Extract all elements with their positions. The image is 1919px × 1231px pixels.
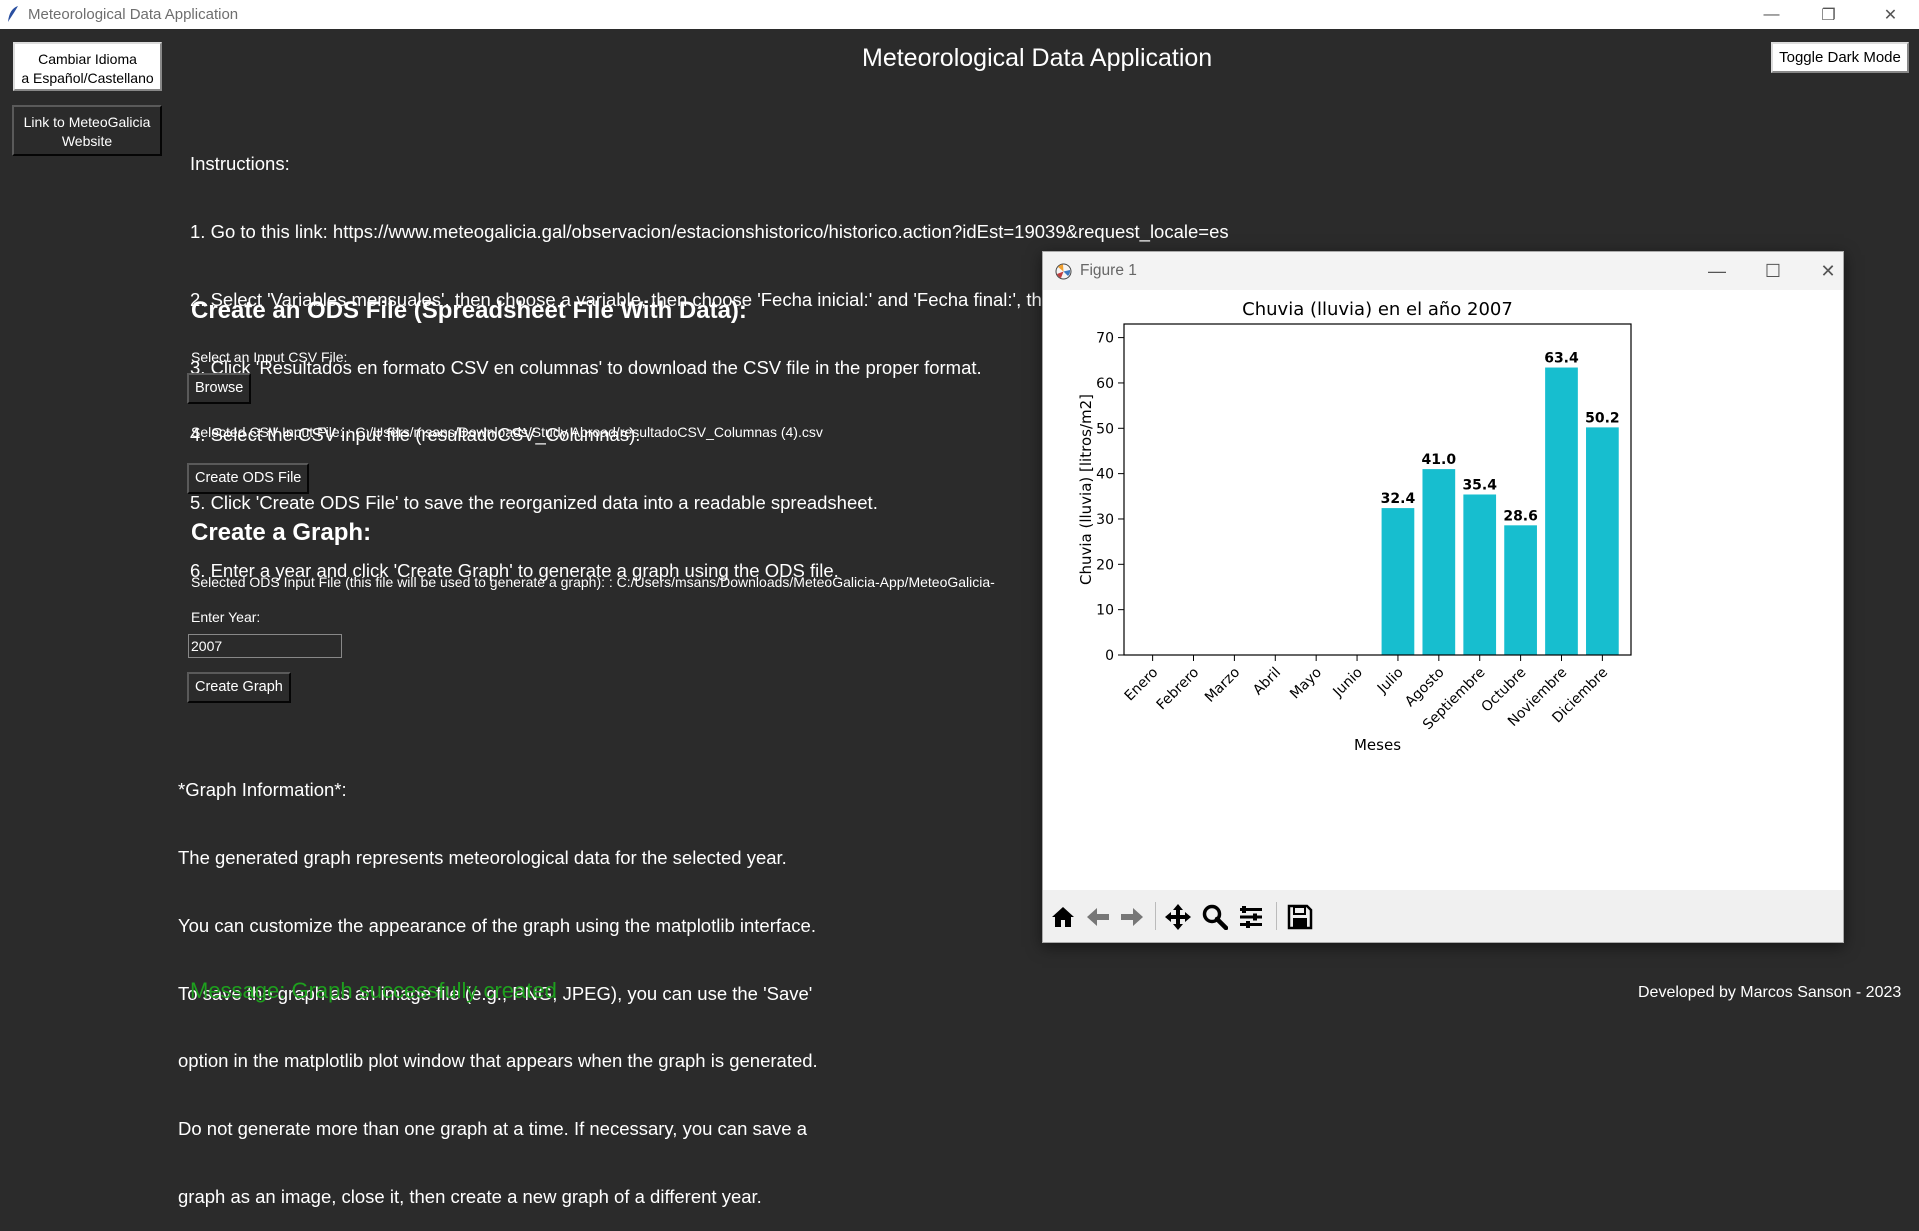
ods-section-heading: Create an ODS File (Spreadsheet File Wit… <box>191 297 747 324</box>
figure-close-button[interactable]: ✕ <box>1803 252 1843 290</box>
y-tick-label: 70 <box>1096 331 1114 347</box>
x-tick-label: Julio <box>1374 665 1407 698</box>
change-language-label-line1: Cambiar Idioma <box>38 51 137 67</box>
graph-info-line: graph as an image, close it, then create… <box>178 1185 762 1207</box>
bar-value-label: 50.2 <box>1585 410 1620 426</box>
bar-value-label: 35.4 <box>1462 477 1497 493</box>
create-graph-button[interactable]: Create Graph <box>187 672 291 703</box>
x-tick-label: Marzo <box>1202 665 1243 706</box>
browse-button[interactable]: Browse <box>187 373 252 404</box>
forward-arrow-icon[interactable] <box>1117 904 1147 930</box>
developer-credit: Developed by Marcos Sanson - 2023 <box>1638 984 1902 1001</box>
status-message: Message: Graph successfully created <box>190 978 557 1003</box>
bar <box>1586 427 1619 655</box>
figure-minimize-button[interactable]: — <box>1692 252 1742 290</box>
graph-info-line: option in the matplotlib plot window tha… <box>178 1050 818 1072</box>
create-ods-button[interactable]: Create ODS File <box>187 463 310 494</box>
enter-year-label: Enter Year: <box>191 609 261 625</box>
toggle-dark-mode-button[interactable]: Toggle Dark Mode <box>1771 42 1909 73</box>
selected-csv-path: Selected CSV Input File: : C:/Users/msan… <box>191 424 823 440</box>
bar-value-label: 63.4 <box>1544 351 1579 367</box>
x-tick-label: Abril <box>1250 665 1284 699</box>
instructions-heading: Instructions: <box>190 153 290 175</box>
y-tick-label: 20 <box>1096 557 1114 573</box>
y-tick-label: 60 <box>1096 376 1114 392</box>
figure-window: Figure 1 — ☐ ✕ Chuvia (lluvia) en el año… <box>1042 251 1844 943</box>
configure-subplots-icon[interactable] <box>1236 904 1266 930</box>
window-title: Meteorological Data Application <box>28 6 239 23</box>
y-tick-label: 50 <box>1096 421 1114 437</box>
bar <box>1545 367 1578 655</box>
zoom-icon[interactable] <box>1200 904 1230 930</box>
graph-section-heading: Create a Graph: <box>191 519 372 546</box>
change-language-button[interactable]: Cambiar Idioma a Español/Castellano <box>13 42 162 91</box>
matplotlib-toolbar <box>1043 890 1843 942</box>
meteogalicia-link-button[interactable]: Link to MeteoGalicia Website <box>12 105 162 156</box>
figure-title: Figure 1 <box>1080 262 1137 279</box>
save-icon[interactable] <box>1285 904 1315 930</box>
toolbar-separator <box>1155 902 1156 930</box>
bar-value-label: 28.6 <box>1503 508 1538 524</box>
x-tick-label: Mayo <box>1287 665 1325 703</box>
bar-value-label: 32.4 <box>1381 491 1416 507</box>
graph-info-line: You can customize the appearance of the … <box>178 914 816 936</box>
selected-ods-path: Selected ODS Input File (this file will … <box>191 574 995 590</box>
feather-icon <box>8 6 18 22</box>
bar <box>1463 494 1497 655</box>
page-title: Meteorological Data Application <box>862 44 1213 72</box>
link-label-line2: Website <box>61 133 113 149</box>
select-csv-label: Select an Input CSV File: <box>191 349 348 365</box>
pan-icon[interactable] <box>1163 904 1193 930</box>
window-restore-button[interactable]: ❐ <box>1800 0 1857 29</box>
figure-titlebar: Figure 1 — ☐ ✕ <box>1043 252 1843 290</box>
window-minimize-button[interactable]: — <box>1743 0 1800 29</box>
y-tick-label: 0 <box>1105 648 1114 664</box>
bar <box>1504 525 1537 655</box>
window-close-button[interactable]: ✕ <box>1862 0 1919 29</box>
bar-chart: Chuvia (lluvia) en el año 2007 0 10 20 30 40 5… <box>1077 299 1632 754</box>
y-tick-label: 10 <box>1096 603 1114 619</box>
bar-value-label: 41.0 <box>1422 452 1457 468</box>
bar <box>1381 508 1415 655</box>
y-tick-label: 40 <box>1096 467 1114 483</box>
chart-title: Chuvia (lluvia) en el año 2007 <box>1242 299 1513 320</box>
back-arrow-icon[interactable] <box>1083 904 1113 930</box>
instruction-step: 1. Go to this link: https://www.meteogal… <box>190 220 1229 242</box>
bar <box>1422 469 1456 655</box>
change-language-label-line2: a Español/Castellano <box>21 70 154 86</box>
x-axis-label: Meses <box>1354 736 1401 754</box>
x-tick-label: Junio <box>1330 665 1366 701</box>
graph-info-line: Do not generate more than one graph at a… <box>178 1118 808 1140</box>
figure-maximize-button[interactable]: ☐ <box>1748 252 1798 290</box>
matplotlib-icon <box>1055 263 1072 280</box>
window-titlebar: Meteorological Data Application — ❐ ✕ <box>0 0 1919 29</box>
toolbar-separator <box>1276 902 1277 930</box>
x-tick-label: Enero <box>1122 665 1162 705</box>
y-tick-label: 30 <box>1096 512 1114 528</box>
link-label-line1: Link to MeteoGalicia <box>23 114 151 130</box>
year-input[interactable] <box>188 634 342 658</box>
y-axis-label: Chuvia (lluvia) [litros/m2] <box>1077 394 1095 585</box>
graph-info-line: The generated graph represents meteorolo… <box>178 846 787 868</box>
home-icon[interactable] <box>1048 904 1078 930</box>
graph-info-heading: *Graph Information*: <box>178 779 347 801</box>
x-tick-label: Febrero <box>1154 665 1203 714</box>
